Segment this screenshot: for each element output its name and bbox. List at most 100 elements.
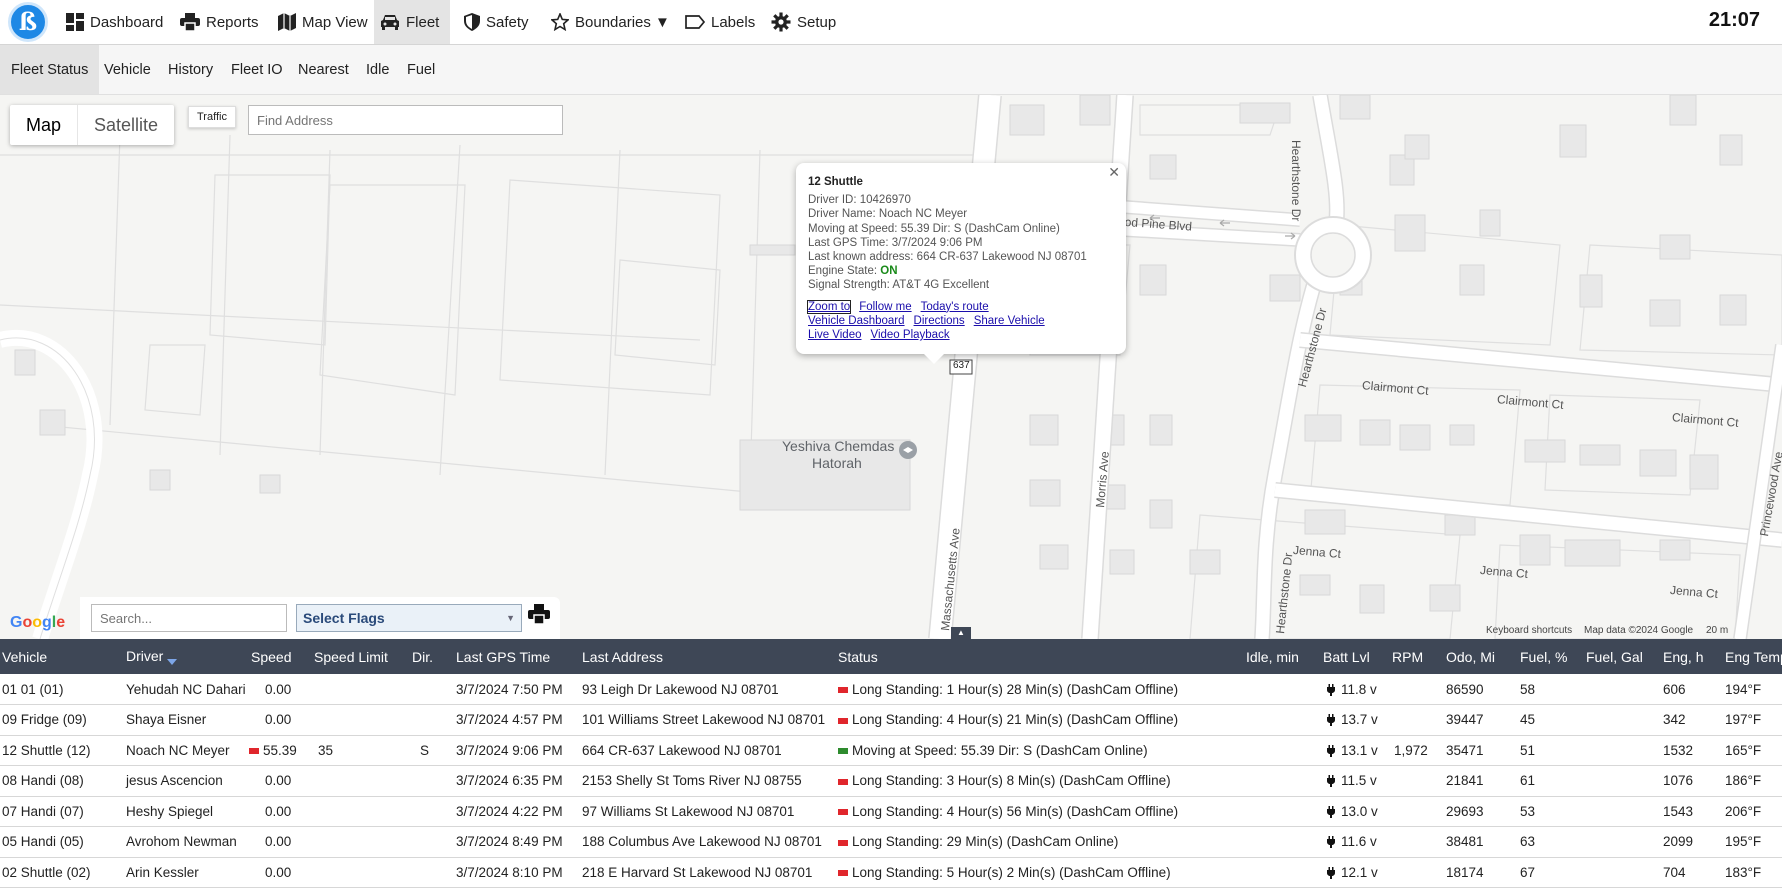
map-type-satellite-button[interactable]: Satellite bbox=[78, 105, 174, 145]
column-header[interactable]: Eng, h bbox=[1661, 639, 1723, 674]
table-row[interactable]: 09 Fridge (09) Shaya Eisner 0.00 3/7/2024 4… bbox=[0, 704, 1782, 736]
column-header[interactable]: Last Address bbox=[580, 639, 836, 674]
cell-speed-text: 0.00 bbox=[265, 681, 292, 697]
column-header[interactable]: Dir. bbox=[410, 639, 454, 674]
todays-route-link[interactable]: Today's route bbox=[921, 301, 989, 313]
cell-speed-limit bbox=[312, 796, 410, 827]
table-row[interactable]: 08 Handi (08) jesus Ascencion 0.00 3/7/2024… bbox=[0, 765, 1782, 797]
cell-rpm bbox=[1390, 674, 1444, 705]
nav-fleet[interactable]: Fleet bbox=[374, 0, 450, 44]
nav-label: Boundaries ▼ bbox=[575, 13, 670, 31]
tab-fuel[interactable]: Fuel bbox=[396, 45, 446, 94]
share-vehicle-link[interactable]: Share Vehicle bbox=[974, 315, 1045, 327]
car-icon bbox=[381, 15, 399, 30]
nav-labels[interactable]: Labels bbox=[679, 0, 761, 44]
cell-engine-hours-text: 606 bbox=[1663, 681, 1686, 697]
nav-label: Safety bbox=[486, 13, 529, 31]
column-header[interactable]: Last GPS Time bbox=[454, 639, 580, 674]
live-video-link[interactable]: Live Video bbox=[808, 329, 862, 341]
cell-vehicle-text: 09 Fridge (09) bbox=[2, 712, 87, 728]
nav-label: Fleet bbox=[406, 13, 440, 31]
tab-fleet-io[interactable]: Fleet IO bbox=[220, 45, 294, 94]
search-input[interactable] bbox=[91, 604, 287, 632]
tab-idle[interactable]: Idle bbox=[355, 45, 400, 94]
cell-fuel-pct-text: 53 bbox=[1520, 803, 1536, 819]
cell-engine-hours-text: 342 bbox=[1663, 712, 1686, 728]
cell-address-text: 101 Williams Street Lakewood NJ 08701 bbox=[582, 712, 826, 728]
find-address-input[interactable] bbox=[248, 105, 563, 135]
select-flags-dropdown[interactable]: Select Flags ▼ bbox=[296, 604, 522, 632]
nav-dashboard[interactable]: Dashboard bbox=[60, 0, 169, 44]
table-row[interactable]: 05 Handi (05) Avrohom Newman 0.00 3/7/2024 … bbox=[0, 826, 1782, 858]
cell-battery: 11.6 v bbox=[1321, 826, 1390, 858]
column-header[interactable]: Speed bbox=[249, 639, 312, 674]
cell-driver: Heshy Spiegel bbox=[124, 796, 249, 827]
table-row[interactable]: 02 Shuttle (02) Arin Kessler 0.00 3/7/2024 … bbox=[0, 857, 1782, 888]
plug-icon bbox=[1327, 866, 1335, 879]
map-type-map-button[interactable]: Map bbox=[10, 105, 79, 145]
nav-safety[interactable]: Safety bbox=[458, 0, 535, 44]
chevron-down-icon: ▼ bbox=[506, 613, 515, 623]
traffic-button[interactable]: Traffic bbox=[188, 106, 236, 128]
print-button[interactable] bbox=[528, 604, 550, 629]
tab-history[interactable]: History bbox=[157, 45, 224, 94]
column-header[interactable]: Fuel, % bbox=[1518, 639, 1584, 674]
cell-engine-temp-text: 165°F bbox=[1725, 742, 1762, 758]
cell-last-gps: 3/7/2024 4:22 PM bbox=[454, 796, 580, 827]
close-icon[interactable]: ✕ bbox=[1108, 165, 1120, 179]
cell-speed-text: 0.00 bbox=[265, 834, 292, 850]
keyboard-shortcuts-link[interactable]: Keyboard shortcuts bbox=[1486, 625, 1572, 636]
select-flags-label: Select Flags bbox=[303, 610, 385, 626]
tab-vehicle[interactable]: Vehicle bbox=[93, 45, 162, 94]
zoom-to-link[interactable]: Zoom to bbox=[806, 299, 852, 314]
app-logo[interactable]: ß bbox=[8, 2, 48, 42]
vehicle-dashboard-link[interactable]: Vehicle Dashboard bbox=[808, 315, 905, 327]
column-header[interactable]: Eng Temp bbox=[1723, 639, 1782, 674]
directions-link[interactable]: Directions bbox=[914, 315, 965, 327]
nav-setup[interactable]: Setup bbox=[765, 0, 842, 44]
cell-engine-temp: 165°F bbox=[1723, 735, 1782, 766]
cell-odometer-text: 21841 bbox=[1446, 773, 1484, 789]
cell-speed: 55.39 bbox=[249, 735, 312, 766]
cell-last-gps: 3/7/2024 6:35 PM bbox=[454, 765, 580, 797]
cell-last-gps-text: 3/7/2024 4:57 PM bbox=[456, 712, 563, 728]
cell-vehicle: 02 Shuttle (02) bbox=[0, 857, 124, 888]
column-header[interactable]: Status bbox=[836, 639, 1244, 674]
cell-engine-temp: 206°F bbox=[1723, 796, 1782, 827]
column-header[interactable]: RPM bbox=[1390, 639, 1444, 674]
column-header[interactable]: Vehicle bbox=[0, 639, 124, 674]
tab-nearest[interactable]: Nearest bbox=[287, 45, 360, 94]
info-moving: Moving at Speed: 55.39 Dir: S (DashCam O… bbox=[808, 222, 1060, 235]
cell-driver: Arin Kessler bbox=[124, 857, 249, 888]
column-header[interactable]: Driver bbox=[124, 639, 249, 674]
cell-battery: 11.5 v bbox=[1321, 765, 1390, 797]
table-row[interactable]: 07 Handi (07) Heshy Spiegel 0.00 3/7/2024 4… bbox=[0, 796, 1782, 827]
table-row[interactable]: 12 Shuttle (12) Noach NC Meyer 55.39 35 S 3/7… bbox=[0, 735, 1782, 766]
map-canvas[interactable]: Map Satellite Traffic Hearthstone Dr ood… bbox=[0, 95, 1782, 639]
column-header[interactable]: Fuel, Gal bbox=[1584, 639, 1661, 674]
cell-vehicle-text: 01 01 (01) bbox=[2, 681, 64, 697]
tab-fleet-status[interactable]: Fleet Status bbox=[0, 45, 100, 94]
cell-speed-limit: 35 bbox=[312, 735, 410, 766]
column-header[interactable]: Idle, min bbox=[1244, 639, 1321, 674]
column-header[interactable]: Odo, Mi bbox=[1444, 639, 1518, 674]
cell-battery-text: 11.6 v bbox=[1341, 834, 1377, 850]
cell-battery: 11.8 v bbox=[1321, 674, 1390, 705]
cell-driver-text: jesus Ascencion bbox=[126, 773, 223, 789]
cell-address-text: 664 CR-637 Lakewood NJ 08701 bbox=[582, 742, 782, 758]
cell-engine-hours: 1532 bbox=[1661, 735, 1723, 766]
collapse-panel-button[interactable]: ▲ bbox=[951, 627, 971, 639]
nav-map-view[interactable]: Map View bbox=[272, 0, 374, 44]
video-playback-link[interactable]: Video Playback bbox=[871, 329, 950, 341]
cell-status-text: Long Standing: 29 Min(s) (DashCam Online… bbox=[852, 834, 1119, 850]
cell-rpm bbox=[1390, 765, 1444, 797]
table-row[interactable]: 01 01 (01) Yehudah NC Dahari 0.00 3/7/2024 … bbox=[0, 674, 1782, 705]
cell-odometer-text: 86590 bbox=[1446, 681, 1484, 697]
nav-boundaries[interactable]: Boundaries ▼ bbox=[545, 0, 676, 44]
nav-reports[interactable]: Reports bbox=[174, 0, 265, 44]
follow-me-link[interactable]: Follow me bbox=[859, 301, 911, 313]
cell-battery-text: 13.0 v bbox=[1341, 803, 1378, 819]
cell-driver-text: Shaya Eisner bbox=[126, 712, 207, 728]
column-header[interactable]: Batt Lvl bbox=[1321, 639, 1390, 674]
column-header[interactable]: Speed Limit bbox=[312, 639, 410, 674]
